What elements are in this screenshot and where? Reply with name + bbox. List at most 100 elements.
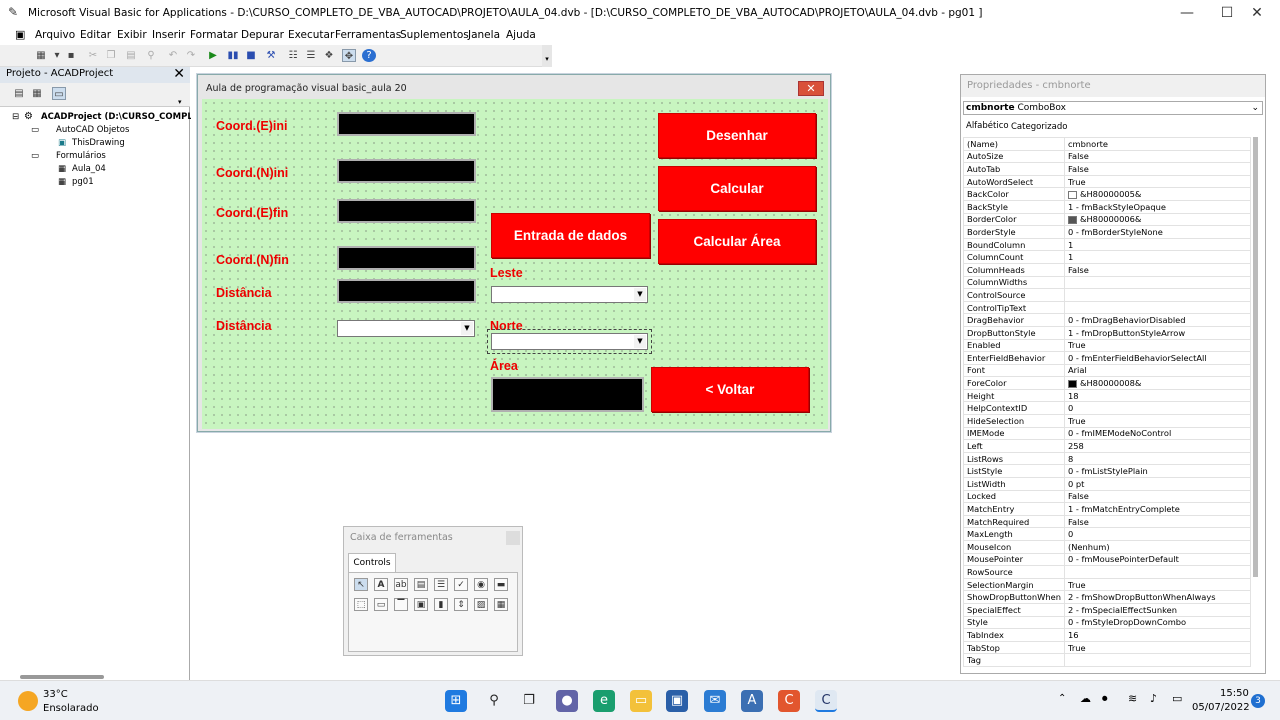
property-row[interactable]: (Name) cmbnorte	[963, 137, 1252, 151]
property-row[interactable]: ControlTipText	[963, 300, 1252, 315]
tree-thisdrawing[interactable]: ThisDrawing	[72, 138, 125, 148]
wifi-icon[interactable]: ≋	[1128, 692, 1137, 705]
cut-icon[interactable]: ✂	[86, 49, 100, 62]
property-row[interactable]: DropButtonStyle 1 - fmDropButtonStyleArro…	[963, 325, 1252, 340]
redo-icon[interactable]: ↷	[184, 49, 198, 62]
property-row[interactable]: BackStyle 1 - fmBackStyleOpaque	[963, 199, 1252, 214]
project-close-icon[interactable]: ✕	[173, 66, 185, 82]
userform[interactable]: Aula de programação visual basic_aula 20…	[197, 74, 831, 432]
property-value[interactable]: 258	[1063, 439, 1252, 453]
property-value[interactable]: 1	[1063, 237, 1252, 252]
property-value[interactable]: 8	[1063, 451, 1252, 466]
windows-start-icon[interactable]: ⊞	[445, 690, 467, 712]
chevron-down-icon[interactable]: ▼	[634, 288, 646, 301]
project-explorer-icon[interactable]: ☷	[286, 49, 300, 62]
textbox-coord-n-ini[interactable]	[337, 159, 476, 183]
property-row[interactable]: Height 18	[963, 388, 1252, 403]
pointer-icon[interactable]: ↖	[354, 578, 368, 591]
property-value[interactable]: 1 - fmDropButtonStyleArrow	[1063, 325, 1252, 340]
property-row[interactable]: TabIndex 16	[963, 628, 1252, 642]
app-c-icon[interactable]: C	[778, 690, 800, 712]
notification-badge[interactable]: 3	[1251, 694, 1265, 708]
menu-ferramentas[interactable]: Ferramentas	[335, 29, 401, 41]
menu-ajuda[interactable]: Ajuda	[506, 29, 536, 41]
property-value[interactable]	[1063, 275, 1252, 290]
property-row[interactable]: AutoTab False	[963, 162, 1252, 176]
property-value[interactable]: 0 - fmBorderStyleNone	[1063, 225, 1252, 239]
menu-editar[interactable]: Editar	[80, 29, 111, 41]
textbox-coord-e-ini[interactable]	[337, 112, 476, 136]
textbox-area[interactable]	[491, 377, 644, 412]
menu-executar[interactable]: Executar	[288, 29, 334, 41]
property-value[interactable]: 18	[1063, 388, 1252, 403]
microphone-icon[interactable]: ⏺	[1102, 692, 1108, 706]
combo-distancia[interactable]: ▼	[337, 320, 475, 337]
property-row[interactable]: ForeColor &H80000008&	[963, 376, 1252, 390]
menu-suplementos[interactable]: Suplementos	[400, 29, 469, 41]
properties-scrollbar[interactable]	[1253, 137, 1258, 577]
property-row[interactable]: IMEMode 0 - fmIMEModeNoControl	[963, 426, 1252, 441]
store-icon[interactable]: ▣	[666, 690, 688, 712]
clock-date[interactable]: 05/07/2022	[1192, 702, 1250, 713]
menu-exibir[interactable]: Exibir	[117, 29, 147, 41]
property-row[interactable]: MouseIcon (Nenhum)	[963, 540, 1252, 554]
property-row[interactable]: AutoSize False	[963, 149, 1252, 164]
tree-collapse-icon[interactable]: ⊟	[12, 112, 19, 122]
save-icon[interactable]: ▪	[64, 49, 78, 62]
file-explorer-icon[interactable]: ▭	[630, 690, 652, 712]
properties-window-icon[interactable]: ☰	[304, 49, 318, 62]
vba-taskbar-icon[interactable]: C	[815, 690, 837, 712]
property-value[interactable]: cmbnorte	[1063, 137, 1252, 151]
property-value[interactable]: False	[1063, 489, 1252, 504]
listbox-tool-icon[interactable]: ☰	[434, 578, 448, 591]
task-view-icon[interactable]: ❐	[518, 690, 540, 712]
property-row[interactable]: RowSource	[963, 565, 1252, 579]
menu-inserir[interactable]: Inserir	[152, 29, 185, 41]
property-row[interactable]: BorderStyle 0 - fmBorderStyleNone	[963, 225, 1252, 239]
combo-leste[interactable]: ▼	[491, 286, 648, 303]
property-row[interactable]: BorderColor &H80000006&	[963, 212, 1252, 227]
chevron-down-icon[interactable]: ⌄	[1251, 102, 1259, 114]
battery-icon[interactable]: ▭	[1172, 692, 1182, 705]
combobox-tool-icon[interactable]: ▤	[414, 578, 428, 591]
view-code-icon[interactable]: ▤	[12, 87, 26, 100]
commandbutton-tool-icon[interactable]: ▭	[374, 598, 388, 611]
property-value[interactable]	[1063, 300, 1252, 315]
property-row[interactable]: BoundColumn 1	[963, 237, 1252, 252]
toolbox-icon[interactable]: ✥	[342, 49, 356, 62]
search-icon[interactable]: ⚲	[483, 690, 505, 712]
chevron-down-icon[interactable]: ▼	[461, 322, 473, 335]
toolbar-overflow-icon[interactable]: ▾	[542, 45, 552, 67]
multipage-tool-icon[interactable]: ▣	[414, 598, 428, 611]
menu-janela[interactable]: Janela	[468, 29, 500, 41]
image-tool-icon[interactable]: ▨	[474, 598, 488, 611]
property-row[interactable]: SelectionMargin True	[963, 577, 1252, 592]
property-row[interactable]: BackColor &H80000005&	[963, 187, 1252, 201]
property-value[interactable]: &H80000006&	[1063, 212, 1252, 227]
weather-text[interactable]: Ensolarado	[43, 703, 99, 714]
property-row[interactable]: TabStop True	[963, 640, 1252, 655]
find-icon[interactable]: ⚲	[144, 49, 158, 62]
property-row[interactable]: Tag	[963, 653, 1252, 667]
textbox-coord-n-fin[interactable]	[337, 246, 476, 270]
menu-arquivo[interactable]: Arquivo	[35, 29, 75, 41]
property-row[interactable]: MatchRequired False	[963, 514, 1252, 529]
checkbox-tool-icon[interactable]: ✓	[454, 578, 468, 591]
menu-depurar[interactable]: Depurar	[241, 29, 284, 41]
property-value[interactable]: False	[1063, 262, 1252, 277]
speaker-icon[interactable]: ♪	[1150, 692, 1157, 705]
property-value[interactable]: &H80000008&	[1063, 376, 1252, 390]
property-value[interactable]: 0 - fmDragBehaviorDisabled	[1063, 313, 1252, 327]
property-row[interactable]: Left 258	[963, 439, 1252, 453]
chat-icon[interactable]: ●	[556, 690, 578, 712]
tab-categorizado[interactable]: Categorizado	[1011, 122, 1067, 132]
property-row[interactable]: ListWidth 0 pt	[963, 477, 1252, 491]
combo-norte[interactable]: ▼	[487, 329, 652, 354]
dropdown-icon[interactable]: ▾	[50, 49, 64, 62]
object-browser-icon[interactable]: ❖	[322, 49, 336, 62]
view-host-icon[interactable]: ▦	[34, 49, 48, 62]
chevron-down-icon[interactable]: ▼	[634, 335, 646, 348]
property-value[interactable]: 0 - fmListStylePlain	[1063, 464, 1252, 479]
copy-icon[interactable]: ❐	[104, 49, 118, 62]
close-button[interactable]: ✕	[1234, 0, 1280, 26]
